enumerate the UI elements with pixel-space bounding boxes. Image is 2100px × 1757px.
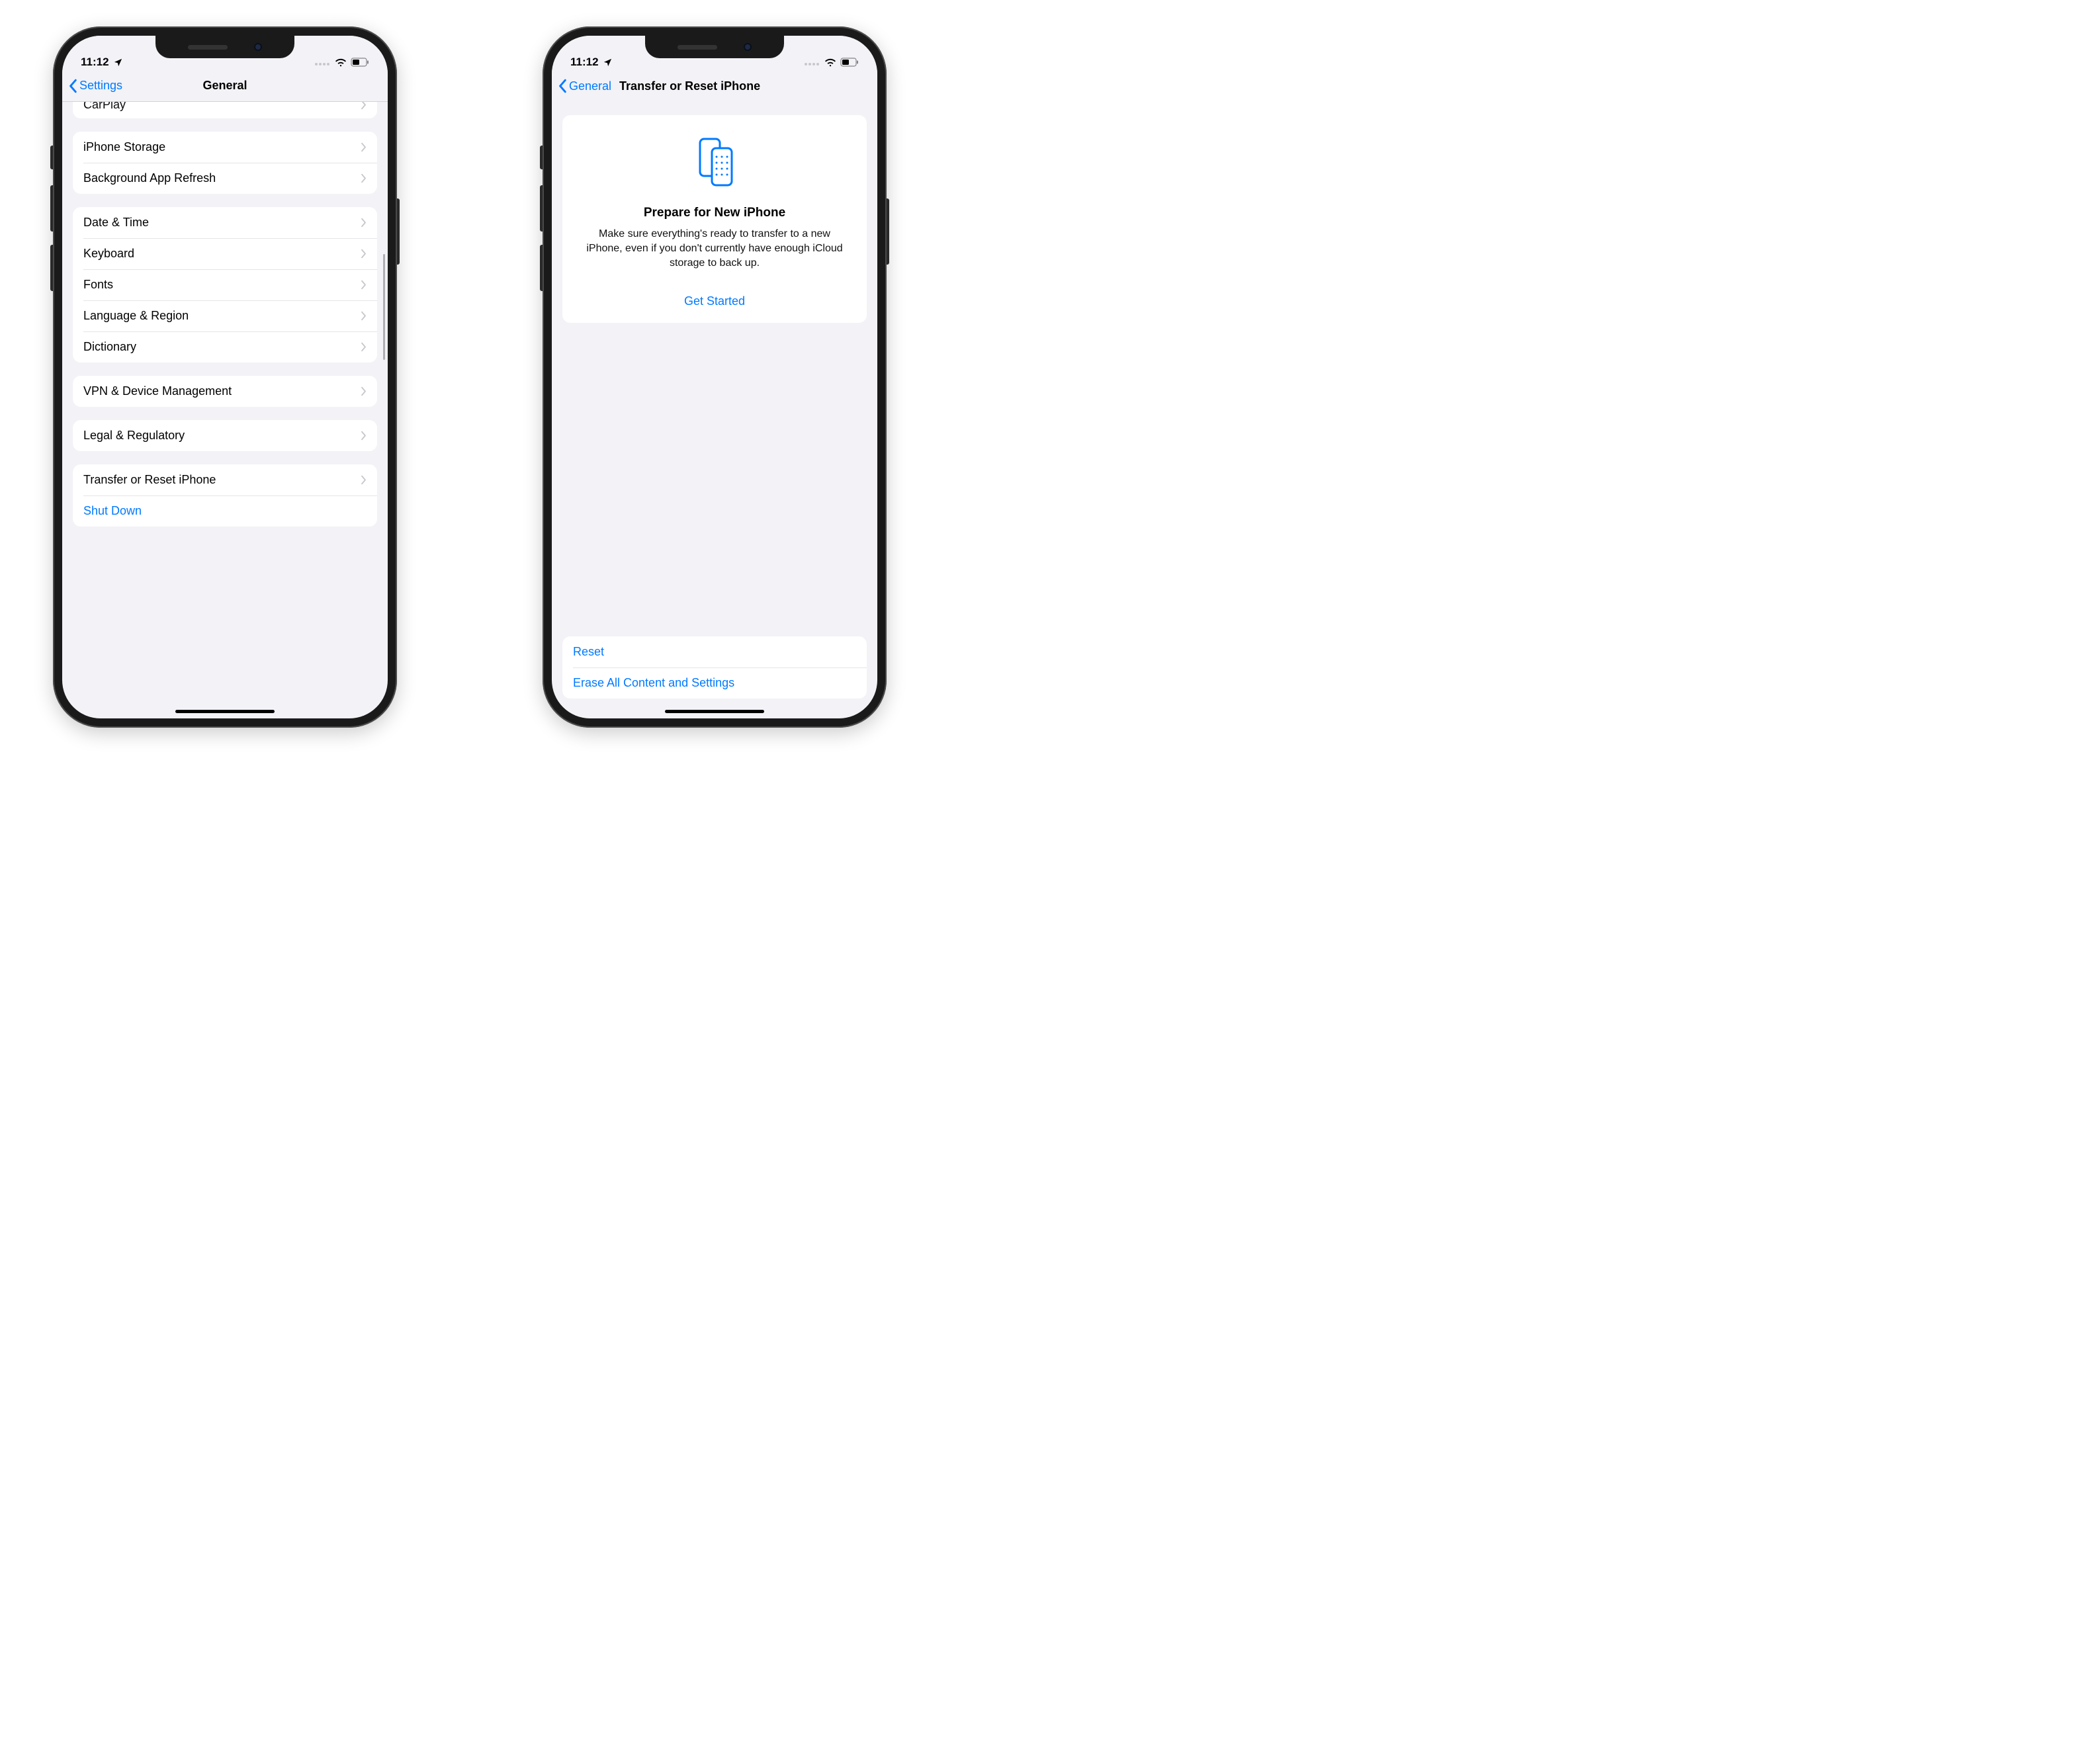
- chevron-right-icon: [361, 249, 367, 259]
- row-label: Reset: [573, 645, 856, 659]
- row-label: Dictionary: [83, 340, 361, 354]
- row-label: Transfer or Reset iPhone: [83, 473, 361, 487]
- chevron-right-icon: [361, 342, 367, 352]
- row-label: Shut Down: [83, 504, 367, 518]
- notch: [155, 36, 294, 58]
- chevron-right-icon: [361, 280, 367, 290]
- chevron-right-icon: [361, 431, 367, 441]
- battery-icon: [840, 58, 859, 67]
- scroll-indicator[interactable]: [383, 254, 385, 360]
- chevron-right-icon: [361, 386, 367, 396]
- row-label: iPhone Storage: [83, 140, 361, 154]
- wifi-icon: [824, 58, 836, 67]
- screen-transfer-reset: 11:12 General Transfer or Reset iPhone: [552, 36, 877, 718]
- settings-row-carplay[interactable]: CarPlay: [73, 102, 377, 118]
- chevron-right-icon: [361, 173, 367, 183]
- erase-all-button[interactable]: Erase All Content and Settings: [562, 667, 867, 699]
- chevron-right-icon: [361, 475, 367, 485]
- row-label: Date & Time: [83, 216, 361, 230]
- settings-row-vpn-device-management[interactable]: VPN & Device Management: [73, 376, 377, 407]
- status-time: 11:12: [570, 56, 599, 69]
- row-label: Fonts: [83, 278, 361, 292]
- settings-general-content[interactable]: CarPlay iPhone Storage Background App Re…: [62, 102, 388, 718]
- row-label: Background App Refresh: [83, 171, 361, 185]
- card-heading: Prepare for New iPhone: [577, 206, 852, 220]
- settings-row-background-app-refresh[interactable]: Background App Refresh: [73, 163, 377, 194]
- row-label: VPN & Device Management: [83, 384, 361, 398]
- row-label: Erase All Content and Settings: [573, 676, 856, 690]
- settings-row-fonts[interactable]: Fonts: [73, 269, 377, 300]
- two-phones-icon: [687, 134, 742, 189]
- wifi-icon: [335, 58, 347, 67]
- nav-title: Transfer or Reset iPhone: [619, 79, 760, 93]
- settings-row-legal-regulatory[interactable]: Legal & Regulatory: [73, 420, 377, 451]
- prepare-card: Prepare for New iPhone Make sure everyth…: [562, 115, 867, 323]
- settings-row-shut-down[interactable]: Shut Down: [73, 495, 377, 527]
- chevron-right-icon: [361, 102, 367, 110]
- row-label: CarPlay: [83, 102, 361, 112]
- card-body: Make sure everything's ready to transfer…: [580, 227, 850, 271]
- paging-dots-icon: [805, 56, 820, 69]
- back-button[interactable]: Settings: [69, 79, 122, 93]
- settings-row-date-time[interactable]: Date & Time: [73, 207, 377, 238]
- settings-row-language-region[interactable]: Language & Region: [73, 300, 377, 331]
- get-started-button[interactable]: Get Started: [577, 294, 852, 308]
- paging-dots-icon: [315, 56, 331, 69]
- reset-button[interactable]: Reset: [562, 636, 867, 667]
- settings-row-transfer-or-reset[interactable]: Transfer or Reset iPhone: [73, 464, 377, 495]
- status-time: 11:12: [81, 56, 109, 69]
- home-indicator[interactable]: [665, 710, 764, 713]
- row-label: Language & Region: [83, 309, 361, 323]
- back-button[interactable]: General: [558, 79, 611, 93]
- row-label: Keyboard: [83, 247, 361, 261]
- chevron-left-icon: [69, 79, 78, 93]
- screen-general: 11:12 Settings General CarPlay: [62, 36, 388, 718]
- settings-row-iphone-storage[interactable]: iPhone Storage: [73, 132, 377, 163]
- settings-row-dictionary[interactable]: Dictionary: [73, 331, 377, 363]
- notch: [645, 36, 784, 58]
- chevron-right-icon: [361, 311, 367, 321]
- phone-mockup-general: 11:12 Settings General CarPlay: [53, 26, 397, 728]
- nav-bar: Settings General: [62, 70, 388, 102]
- chevron-right-icon: [361, 218, 367, 228]
- chevron-right-icon: [361, 142, 367, 152]
- back-label: General: [569, 79, 611, 93]
- nav-bar: General Transfer or Reset iPhone: [552, 70, 877, 102]
- battery-icon: [351, 58, 369, 67]
- settings-row-keyboard[interactable]: Keyboard: [73, 238, 377, 269]
- phone-mockup-transfer-reset: 11:12 General Transfer or Reset iPhone: [543, 26, 887, 728]
- home-indicator[interactable]: [175, 710, 275, 713]
- row-label: Legal & Regulatory: [83, 429, 361, 443]
- location-icon: [603, 58, 613, 67]
- transfer-reset-content[interactable]: Prepare for New iPhone Make sure everyth…: [552, 102, 877, 718]
- chevron-left-icon: [558, 79, 568, 93]
- location-icon: [113, 58, 123, 67]
- back-label: Settings: [79, 79, 122, 93]
